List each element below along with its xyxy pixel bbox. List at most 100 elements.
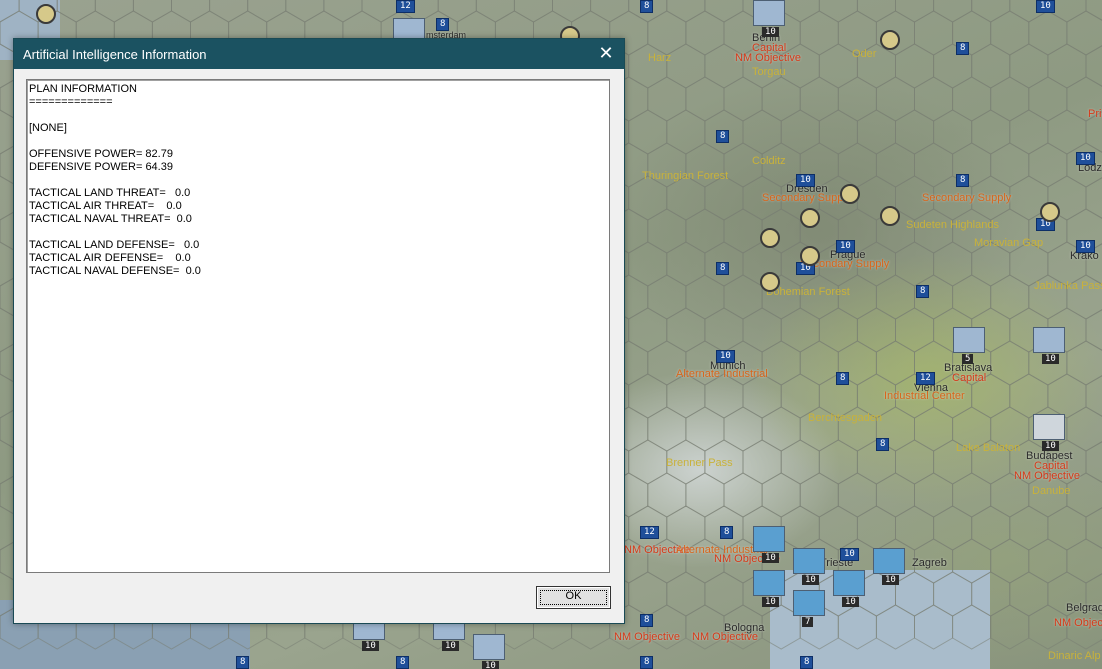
map-hex[interactable]: [1047, 505, 1087, 551]
ai-info-text-area[interactable]: PLAN INFORMATION ============= [NONE] OFFEN…: [26, 79, 610, 573]
map-hex[interactable]: [475, 0, 515, 23]
map-hex[interactable]: [914, 604, 954, 650]
map-hex[interactable]: [685, 472, 725, 518]
town-marker[interactable]: [1040, 202, 1060, 222]
map-hex[interactable]: [933, 241, 973, 287]
town-marker[interactable]: [880, 30, 900, 50]
map-hex[interactable]: [818, 307, 858, 353]
unit-counter-budapest-armor[interactable]: 10: [1033, 414, 1065, 451]
map-hex[interactable]: [895, 307, 935, 353]
town-marker[interactable]: [880, 206, 900, 226]
map-hex[interactable]: [895, 571, 935, 617]
map-hex[interactable]: [875, 142, 915, 188]
map-hex[interactable]: [704, 373, 744, 419]
map-hex[interactable]: [94, 0, 134, 23]
map-hex[interactable]: [761, 472, 801, 518]
map-hex[interactable]: [647, 76, 687, 122]
map-hex[interactable]: [895, 43, 935, 89]
map-hex[interactable]: [647, 406, 687, 452]
map-hex[interactable]: [742, 439, 782, 485]
town-marker[interactable]: [800, 208, 820, 228]
map-hex[interactable]: [1028, 538, 1068, 584]
map-hex[interactable]: [723, 76, 763, 122]
map-hex[interactable]: [933, 505, 973, 551]
map-hex[interactable]: [742, 109, 782, 155]
map-hex[interactable]: [666, 571, 706, 617]
map-hex[interactable]: [56, 0, 96, 23]
map-hex[interactable]: [971, 43, 1011, 89]
close-icon[interactable]: ✕: [596, 43, 616, 63]
map-hex[interactable]: [875, 274, 915, 320]
map-hex[interactable]: [837, 142, 877, 188]
map-hex[interactable]: [799, 472, 839, 518]
map-hex[interactable]: [875, 76, 915, 122]
map-hex[interactable]: [837, 76, 877, 122]
map-hex[interactable]: [666, 373, 706, 419]
map-hex[interactable]: [742, 307, 782, 353]
map-hex[interactable]: [323, 0, 363, 23]
map-hex[interactable]: [628, 373, 668, 419]
map-hex[interactable]: [990, 538, 1030, 584]
map-hex[interactable]: [761, 406, 801, 452]
map-hex[interactable]: [990, 340, 1030, 386]
ok-button[interactable]: OK: [536, 586, 611, 609]
map-hex[interactable]: [552, 0, 592, 23]
map-hex[interactable]: [1009, 505, 1049, 551]
map-hex[interactable]: [799, 10, 839, 56]
map-hex[interactable]: [799, 340, 839, 386]
map-hex[interactable]: [914, 76, 954, 122]
map-hex[interactable]: [628, 109, 668, 155]
map-hex[interactable]: [704, 571, 744, 617]
map-hex[interactable]: [971, 571, 1011, 617]
map-hex[interactable]: [990, 274, 1030, 320]
map-hex[interactable]: [704, 0, 744, 23]
map-hex[interactable]: [856, 109, 896, 155]
map-hex[interactable]: [952, 472, 992, 518]
map-hex[interactable]: [666, 109, 706, 155]
map-hex[interactable]: [1047, 43, 1087, 89]
map-hex[interactable]: [990, 604, 1030, 650]
map-hex[interactable]: [952, 274, 992, 320]
map-hex[interactable]: [666, 307, 706, 353]
map-hex[interactable]: [856, 0, 896, 23]
map-hex[interactable]: [818, 0, 858, 23]
map-hex[interactable]: [723, 274, 763, 320]
naval-unit-counter[interactable]: 10: [873, 548, 905, 585]
map-hex[interactable]: [875, 472, 915, 518]
town-marker[interactable]: [760, 228, 780, 248]
map-hex[interactable]: [628, 571, 668, 617]
map-hex[interactable]: [837, 604, 877, 650]
map-hex[interactable]: [780, 439, 820, 485]
map-hex[interactable]: [171, 0, 211, 23]
map-hex[interactable]: [875, 340, 915, 386]
map-hex[interactable]: [818, 439, 858, 485]
map-hex[interactable]: [971, 505, 1011, 551]
map-hex[interactable]: [914, 142, 954, 188]
map-hex[interactable]: [647, 10, 687, 56]
map-hex[interactable]: [990, 10, 1030, 56]
map-hex[interactable]: [780, 307, 820, 353]
map-hex[interactable]: [685, 10, 725, 56]
map-hex[interactable]: [875, 604, 915, 650]
town-marker[interactable]: [36, 4, 56, 24]
unit-counter[interactable]: 10: [1033, 327, 1065, 364]
map-hex[interactable]: [933, 571, 973, 617]
dialog-titlebar[interactable]: Artificial Intelligence Information ✕: [14, 39, 624, 69]
map-hex[interactable]: [685, 76, 725, 122]
map-hex[interactable]: [723, 406, 763, 452]
naval-unit-counter[interactable]: 10: [753, 570, 785, 607]
map-hex[interactable]: [628, 175, 668, 221]
map-hex[interactable]: [1028, 10, 1068, 56]
naval-unit-counter[interactable]: 10: [753, 526, 785, 563]
map-hex[interactable]: [933, 0, 973, 23]
map-hex[interactable]: [799, 76, 839, 122]
map-hex[interactable]: [971, 0, 1011, 23]
map-hex[interactable]: [914, 10, 954, 56]
map-hex[interactable]: [971, 109, 1011, 155]
map-hex[interactable]: [761, 76, 801, 122]
map-hex[interactable]: [704, 175, 744, 221]
map-hex[interactable]: [742, 373, 782, 419]
map-hex[interactable]: [285, 0, 325, 23]
naval-unit-counter[interactable]: 10: [793, 548, 825, 585]
map-hex[interactable]: [1009, 43, 1049, 89]
